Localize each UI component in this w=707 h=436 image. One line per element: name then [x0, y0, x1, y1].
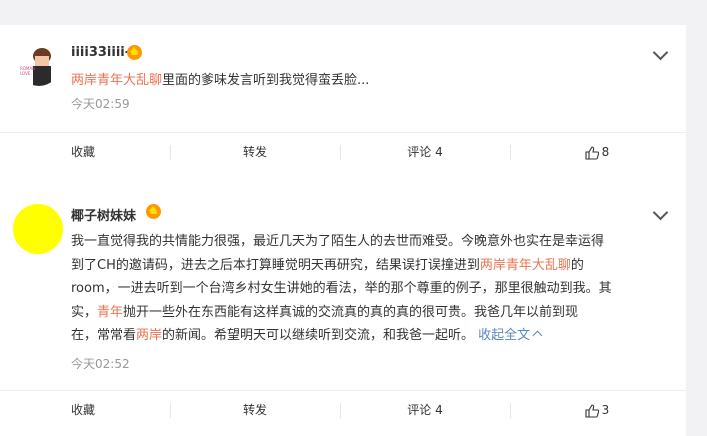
username[interactable]: iiii33iiii- [71, 45, 130, 60]
comment-button[interactable]: 评论 4 [342, 133, 508, 171]
like-button[interactable]: 3 [512, 391, 682, 429]
thumb-up-icon [585, 145, 599, 160]
topic-link[interactable]: 两岸青年大乱聊 [480, 258, 571, 273]
like-button[interactable]: 8 [512, 133, 682, 171]
divider [340, 403, 341, 418]
collect-button[interactable]: 收藏 [0, 391, 166, 429]
vip-crown-icon [127, 45, 142, 60]
topic-link[interactable]: 青年 [97, 305, 123, 320]
content-line: 到了CH的邀请码，进去之后本打算睡觉明天再研究，结果误打误撞进到两岸青年大乱聊的 [71, 257, 584, 273]
divider [340, 145, 341, 160]
divider [170, 403, 171, 418]
divider [510, 403, 511, 418]
content-text: 里面的爹味发言听到我觉得蛮丢脸... [162, 73, 370, 88]
topic-link[interactable]: 两岸 [136, 328, 162, 343]
repost-button[interactable]: 转发 [172, 391, 338, 429]
content-line: room，一进去听到一个台湾乡村女生讲她的看法，举的那个尊重的例子，那里很触动到… [71, 281, 612, 296]
svg-text:LOVE: LOVE [20, 71, 31, 76]
thumb-up-icon [585, 403, 599, 418]
chevron-down-icon[interactable] [652, 44, 669, 61]
post-card: ROMAN LOVE iiii33iiii- 两岸青年大乱聊里面的爹味发言听到我… [0, 25, 686, 187]
avatar[interactable]: ROMAN LOVE [18, 44, 60, 86]
content-line: 在，常常看两岸的新闻。希望明天可以继续听到交流，和我爸一起听。 收起全文 [71, 324, 671, 348]
like-count: 8 [601, 145, 610, 159]
content-line: 我一直觉得我的共情能力很强，最近几天为了陌生人的去世而难受。今晚意外也实在是幸运… [71, 234, 605, 249]
topic-link[interactable]: 两岸青年大乱聊 [71, 73, 162, 88]
action-bar: 收藏 转发 评论 4 3 [0, 391, 686, 429]
post-time[interactable]: 今天02:52 [71, 355, 130, 372]
collapse-full-text-link[interactable]: 收起全文 [474, 328, 530, 343]
comment-button[interactable]: 评论 4 [342, 391, 508, 429]
like-count: 3 [601, 403, 610, 417]
username[interactable]: 椰子树妹妹 [71, 205, 136, 224]
divider [170, 145, 171, 160]
post-content: 两岸青年大乱聊里面的爹味发言听到我觉得蛮丢脸... [71, 69, 369, 88]
chevron-down-icon[interactable] [652, 204, 669, 221]
action-bar: 收藏 转发 评论 4 8 [0, 133, 686, 171]
avatar[interactable] [13, 204, 63, 254]
repost-button[interactable]: 转发 [172, 133, 338, 171]
post-card: 椰子树妹妹 我一直觉得我的共情能力很强，最近几天为了陌生人的去世而难受。今晚意外… [0, 183, 686, 436]
post-content: 我一直觉得我的共情能力很强，最近几天为了陌生人的去世而难受。今晚意外也实在是幸运… [71, 230, 671, 348]
collect-button[interactable]: 收藏 [0, 133, 166, 171]
post-time[interactable]: 今天02:59 [71, 95, 130, 112]
chevron-up-icon[interactable] [532, 330, 543, 341]
content-line: 实，青年抛开一些外在东西能有这样真诚的交流真的真的真的很可贵。我爸几年以前到现 [71, 304, 579, 320]
vip-crown-icon [146, 204, 161, 219]
divider [510, 145, 511, 160]
